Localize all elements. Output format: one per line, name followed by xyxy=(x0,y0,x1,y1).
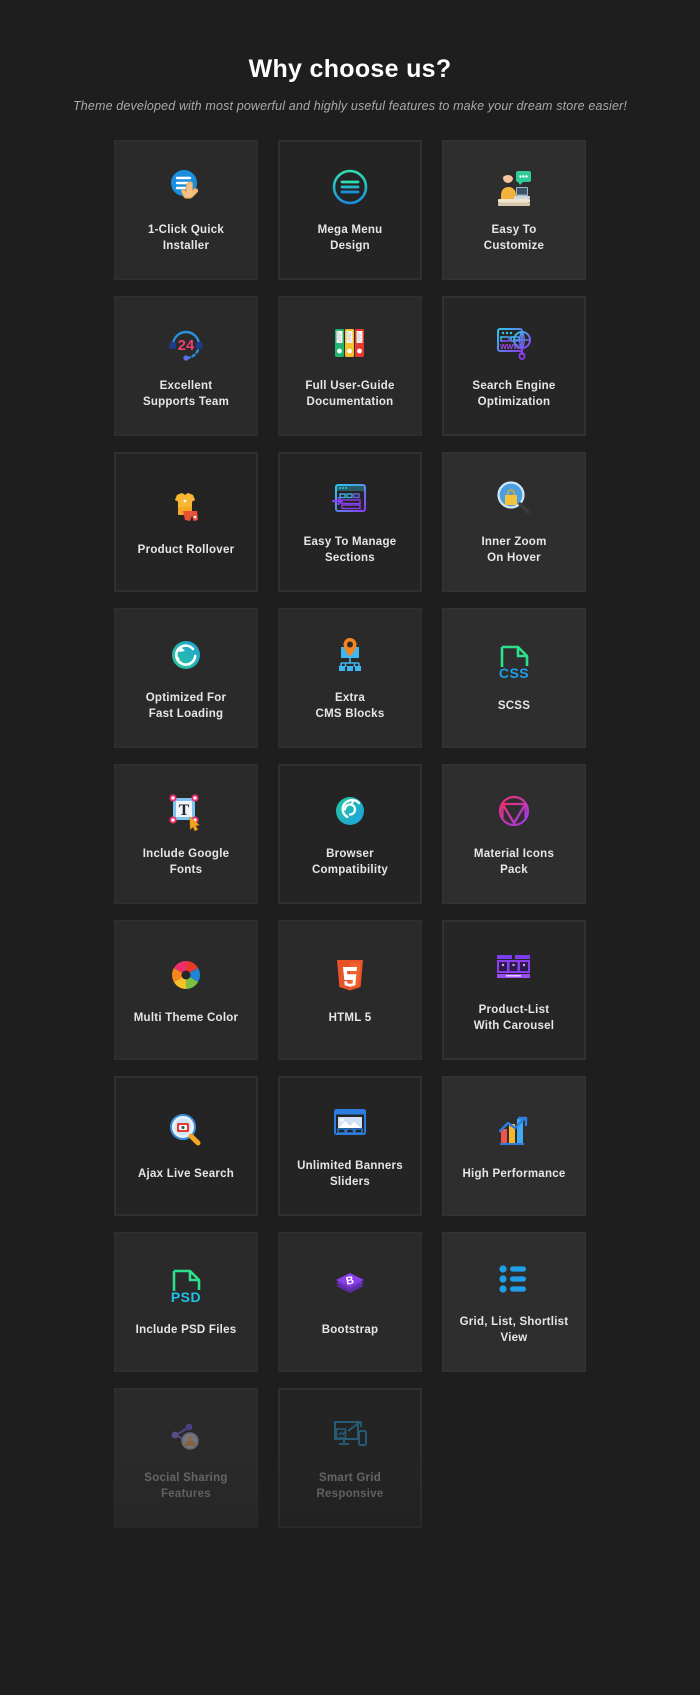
material-icons-icon xyxy=(491,788,537,834)
feature-card-label: Multi Theme Color xyxy=(133,1012,239,1025)
feature-card-label: High Performance xyxy=(462,1168,566,1181)
product-carousel-icon xyxy=(491,944,537,990)
svg-text:T: T xyxy=(179,802,190,819)
grid-list-view-icon xyxy=(491,1256,537,1302)
browser-compat-icon xyxy=(327,788,373,834)
html5-icon xyxy=(327,952,373,998)
feature-card-label: Product-List With Carousel xyxy=(473,1003,555,1033)
feature-card[interactable]: Inner Zoom On Hover xyxy=(442,452,586,593)
svg-text:24: 24 xyxy=(178,337,195,354)
feature-card-label: Browser Compatibility xyxy=(311,847,389,877)
mega-menu-icon xyxy=(327,164,373,210)
feature-card[interactable]: Easy To Customize xyxy=(442,140,586,281)
ajax-search-icon xyxy=(163,1108,209,1154)
feature-card[interactable]: Grid, List, Shortlist View xyxy=(442,1232,586,1373)
feature-card[interactable]: 24 Excellent Supports Team xyxy=(114,296,258,437)
why-choose-us-page: Why choose us? Theme developed with most… xyxy=(0,0,700,1695)
seo-icon: WWW xyxy=(491,320,537,366)
page-subtitle: Theme developed with most powerful and h… xyxy=(73,99,627,113)
feature-card-label: SCSS xyxy=(497,700,531,713)
feature-card-label: Include Google Fonts xyxy=(142,847,230,877)
feature-card-label: HTML 5 xyxy=(328,1012,372,1025)
feature-card-label: Excellent Supports Team xyxy=(142,379,230,409)
feature-card-label: Include PSD Files xyxy=(135,1324,237,1337)
feature-card[interactable]: Product-List With Carousel xyxy=(442,920,586,1061)
feature-card-label: Bootstrap xyxy=(321,1324,379,1337)
feature-card-label: Unlimited Banners Sliders xyxy=(297,1159,403,1189)
svg-text:CSS: CSS xyxy=(499,665,529,681)
feature-card-label: Search Engine Optimization xyxy=(472,379,556,409)
css-file-icon: CSS xyxy=(491,640,537,686)
feature-card[interactable]: Easy To Manage Sections xyxy=(278,452,422,593)
feature-card-label: Product Rollover xyxy=(137,544,235,557)
inner-zoom-icon xyxy=(491,476,537,522)
feature-card[interactable]: Ajax Live Search xyxy=(114,1076,258,1217)
feature-card[interactable]: Product Rollover xyxy=(114,452,258,593)
support-24-icon: 24 xyxy=(163,320,209,366)
psd-file-icon: PSD xyxy=(163,1264,209,1310)
product-rollover-icon xyxy=(163,484,209,530)
feature-card[interactable]: Smart Grid Responsive xyxy=(278,1388,422,1529)
google-fonts-icon: T xyxy=(163,788,209,834)
feature-card-label: Inner Zoom On Hover xyxy=(481,535,547,565)
feature-card-label: 1-Click Quick Installer xyxy=(147,223,225,253)
feature-card-label: Mega Menu Design xyxy=(317,223,383,253)
manage-sections-icon xyxy=(327,476,373,522)
features-grid: 1-Click Quick Installer Mega Menu Design… xyxy=(114,140,586,1529)
feature-card-label: Optimized For Fast Loading xyxy=(145,691,227,721)
social-sharing-icon xyxy=(163,1412,209,1458)
feature-card[interactable]: Material Icons Pack xyxy=(442,764,586,905)
feature-card-label: Grid, List, Shortlist View xyxy=(459,1315,569,1345)
feature-card-label: Full User-Guide Documentation xyxy=(305,379,395,409)
smart-grid-icon xyxy=(327,1412,373,1458)
feature-card[interactable]: Social Sharing Features xyxy=(114,1388,258,1529)
feature-card[interactable]: Extra CMS Blocks xyxy=(278,608,422,749)
color-wheel-icon xyxy=(163,952,209,998)
svg-text:PSD: PSD xyxy=(171,1289,201,1305)
feature-card-label: Easy To Customize xyxy=(483,223,545,253)
bootstrap-icon: B xyxy=(327,1264,373,1310)
feature-card-label: Smart Grid Responsive xyxy=(316,1471,384,1501)
feature-card-label: Extra CMS Blocks xyxy=(315,691,385,721)
feature-card[interactable]: Unlimited Banners Sliders xyxy=(278,1076,422,1217)
feature-card[interactable]: High Performance xyxy=(442,1076,586,1217)
feature-card[interactable]: B Bootstrap xyxy=(278,1232,422,1373)
fast-loading-icon xyxy=(163,632,209,678)
banner-slider-icon xyxy=(327,1100,373,1146)
one-click-installer-icon xyxy=(163,164,209,210)
easy-customize-icon xyxy=(491,164,537,210)
feature-card[interactable]: Browser Compatibility xyxy=(278,764,422,905)
feature-card[interactable]: Mega Menu Design xyxy=(278,140,422,281)
feature-card[interactable]: Full User-Guide Documentation xyxy=(278,296,422,437)
performance-chart-icon xyxy=(491,1108,537,1154)
page-title: Why choose us? xyxy=(248,55,452,83)
feature-card[interactable]: WWW Search Engine Optimization xyxy=(442,296,586,437)
feature-card-label: Social Sharing Features xyxy=(144,1471,228,1501)
feature-card-label: Ajax Live Search xyxy=(137,1168,235,1181)
feature-card[interactable]: CSS SCSS xyxy=(442,608,586,749)
feature-card[interactable]: Multi Theme Color xyxy=(114,920,258,1061)
section-header: Why choose us? Theme developed with most… xyxy=(0,0,700,116)
feature-card[interactable]: 1-Click Quick Installer xyxy=(114,140,258,281)
feature-card[interactable]: HTML 5 xyxy=(278,920,422,1061)
feature-card[interactable]: Optimized For Fast Loading xyxy=(114,608,258,749)
feature-card-label: Easy To Manage Sections xyxy=(303,535,397,565)
feature-card[interactable]: T Include Google Fonts xyxy=(114,764,258,905)
feature-card-label: Material Icons Pack xyxy=(473,847,555,877)
documentation-icon xyxy=(327,320,373,366)
cms-blocks-icon xyxy=(327,632,373,678)
feature-card[interactable]: PSD Include PSD Files xyxy=(114,1232,258,1373)
